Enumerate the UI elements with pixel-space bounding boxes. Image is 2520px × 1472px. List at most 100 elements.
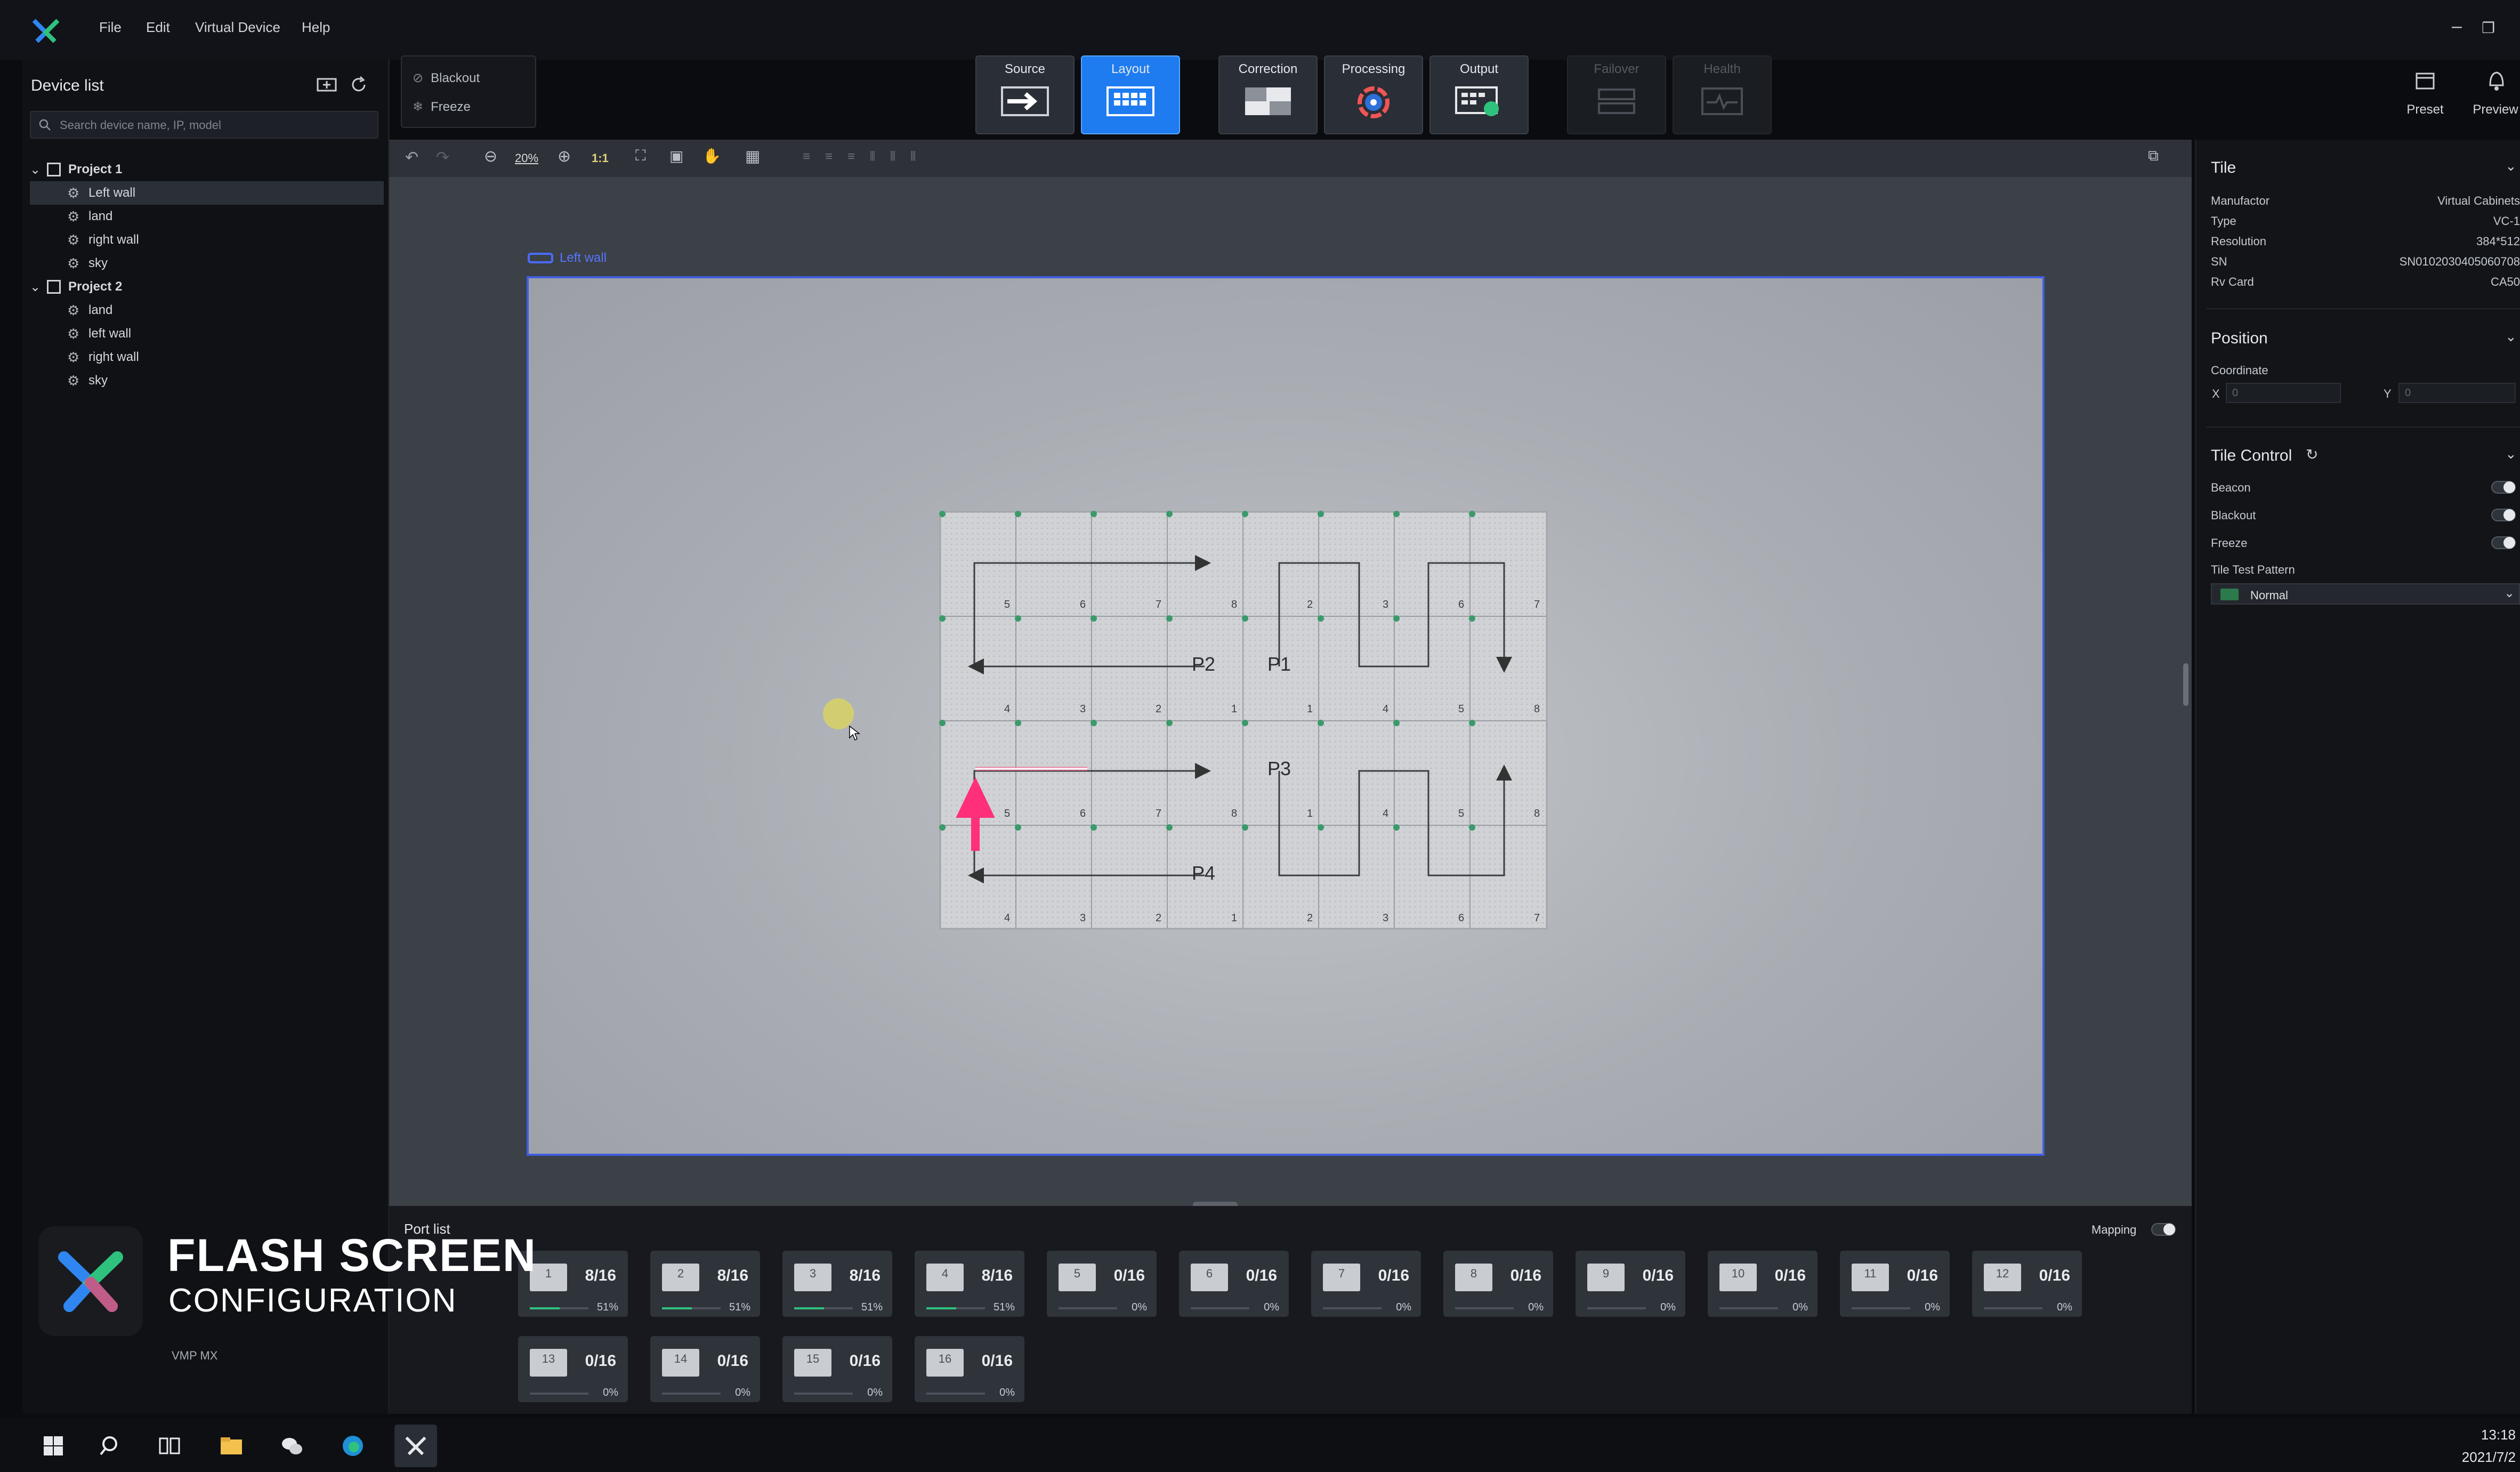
- tab-layout[interactable]: Layout: [1081, 55, 1180, 134]
- port-card[interactable]: 8 0/16 0%: [1443, 1251, 1553, 1317]
- test-pattern-select[interactable]: Normal ⌄: [2211, 583, 2520, 605]
- edge-browser-icon[interactable]: [341, 1434, 365, 1458]
- search-icon[interactable]: [99, 1434, 123, 1458]
- zoom-in-icon[interactable]: ⊕: [558, 147, 571, 166]
- receiver-label-p2: P2: [1192, 653, 1215, 675]
- tree-item-left-wall[interactable]: ⚙ Left wall: [30, 181, 384, 205]
- file-explorer-icon[interactable]: [220, 1434, 243, 1458]
- minimize-icon[interactable]: –: [2452, 16, 2462, 37]
- tree-item-right-wall[interactable]: ⚙ right wall: [30, 228, 384, 252]
- y-coordinate-input[interactable]: 0: [2398, 383, 2516, 403]
- freeze-toggle[interactable]: [2491, 536, 2516, 549]
- tree-item-label: right wall: [88, 350, 139, 364]
- port-percent: 51%: [861, 1301, 883, 1313]
- cell-number: 3: [1080, 912, 1086, 924]
- tree-project-2[interactable]: ⌄ Project 2: [30, 275, 384, 299]
- port-percent: 0%: [1132, 1301, 1147, 1313]
- tree-item-label: sky: [88, 256, 108, 270]
- rvcard-value[interactable]: CA50: [2345, 275, 2520, 289]
- tree-item-land[interactable]: ⚙ land: [30, 205, 384, 228]
- port-card[interactable]: 2 8/16 51%: [650, 1251, 760, 1317]
- zoom-out-icon[interactable]: ⊖: [484, 147, 497, 166]
- vertical-scrollbar[interactable]: [2183, 663, 2188, 706]
- menu-virtual-device[interactable]: Virtual Device: [195, 19, 280, 36]
- wechat-icon[interactable]: [280, 1434, 304, 1458]
- x-coordinate-input[interactable]: 0: [2226, 383, 2341, 403]
- tab-source[interactable]: Source: [975, 55, 1075, 134]
- port-card[interactable]: 12 0/16 0%: [1972, 1251, 2082, 1317]
- x-label: X: [2212, 387, 2220, 400]
- refresh-icon[interactable]: ↻: [2306, 446, 2318, 463]
- preview-button[interactable]: Preview: [2464, 102, 2520, 117]
- port-load-fill: [794, 1307, 825, 1309]
- port-card[interactable]: 9 0/16 0%: [1576, 1251, 1685, 1317]
- hand-pan-icon[interactable]: ✋: [702, 147, 721, 165]
- restore-icon[interactable]: ❐: [2482, 19, 2495, 37]
- windows-start-icon[interactable]: [42, 1434, 65, 1458]
- chevron-down-icon[interactable]: ⌄: [2505, 158, 2517, 174]
- align-tools-icon[interactable]: ≡≡≡⫴⫴⫴: [803, 149, 931, 164]
- grid-icon[interactable]: ▦: [745, 147, 760, 166]
- cabinet-grid[interactable]: P2 P1 P3 P4 5 6 7 8 2 3 6 7 4 3 2 1 1 4 5 8 5 6 7 8 1 4 5 8 4…: [938, 510, 1549, 931]
- port-count: 8/16: [585, 1267, 616, 1284]
- port-card[interactable]: 15 0/16 0%: [782, 1336, 892, 1402]
- cell-number: 5: [1458, 808, 1464, 819]
- menu-help[interactable]: Help: [302, 19, 330, 36]
- fit-selection-icon[interactable]: ▣: [669, 147, 683, 165]
- fit-screen-icon[interactable]: ⛶: [635, 147, 646, 165]
- port-card[interactable]: 4 8/16 51%: [915, 1251, 1024, 1317]
- tree-item-right-wall[interactable]: ⚙ right wall: [30, 345, 384, 369]
- port-card[interactable]: 14 0/16 0%: [650, 1336, 760, 1402]
- tree-item-sky[interactable]: ⚙ sky: [30, 369, 384, 392]
- device-search-input[interactable]: Search device name, IP, model: [30, 111, 378, 139]
- tree-item-sky[interactable]: ⚙ sky: [30, 252, 384, 275]
- ratio-1-1-button[interactable]: 1:1: [592, 151, 609, 165]
- tab-failover: Failover: [1567, 55, 1666, 134]
- port-card[interactable]: 11 0/16 0%: [1840, 1251, 1950, 1317]
- zoom-level[interactable]: 20%: [515, 151, 538, 165]
- cell-number: 5: [1004, 599, 1010, 610]
- undo-icon[interactable]: ↶: [405, 148, 418, 167]
- vmp-taskbar-button[interactable]: [394, 1425, 437, 1467]
- tree-item-land[interactable]: ⚙ land: [30, 299, 384, 322]
- port-number: 15: [806, 1352, 820, 1365]
- task-view-icon[interactable]: [158, 1434, 181, 1458]
- flash-screen-logo: [38, 1226, 143, 1336]
- tab-output[interactable]: Output: [1429, 55, 1529, 134]
- redo-icon[interactable]: ↷: [436, 148, 449, 167]
- menu-edit[interactable]: Edit: [146, 19, 170, 36]
- tree-item-left-wall[interactable]: ⚙ left wall: [30, 322, 384, 345]
- freeze-label: Freeze: [431, 100, 471, 114]
- screen-label[interactable]: Left wall: [528, 251, 607, 266]
- menu-file[interactable]: File: [99, 19, 122, 36]
- port-load-bar: [1323, 1307, 1382, 1309]
- tree-project-1[interactable]: ⌄ Project 1: [30, 158, 384, 181]
- blackout-toggle[interactable]: [2491, 509, 2516, 521]
- preset-icon: [2416, 73, 2435, 90]
- port-card[interactable]: 13 0/16 0%: [518, 1336, 628, 1402]
- port-card[interactable]: 7 0/16 0%: [1311, 1251, 1421, 1317]
- chevron-down-icon[interactable]: ⌄: [2505, 328, 2517, 345]
- screen-settings-icon[interactable]: ⧉: [2148, 147, 2159, 165]
- port-load-bar: [530, 1393, 588, 1395]
- port-card[interactable]: 5 0/16 0%: [1047, 1251, 1157, 1317]
- tab-correction[interactable]: Correction: [1218, 55, 1318, 134]
- port-card[interactable]: 10 0/16 0%: [1708, 1251, 1818, 1317]
- device-list-title: Device list: [31, 77, 104, 94]
- refresh-icon[interactable]: [350, 76, 368, 94]
- tab-processing[interactable]: Processing: [1324, 55, 1423, 134]
- blackout-button[interactable]: ⊘ Blackout: [413, 70, 480, 86]
- cell-number: 3: [1383, 912, 1388, 924]
- add-device-icon[interactable]: [317, 77, 338, 93]
- mapping-toggle[interactable]: [2151, 1223, 2176, 1236]
- freeze-button[interactable]: ❄ Freeze: [413, 99, 471, 115]
- port-card[interactable]: 16 0/16 0%: [915, 1336, 1024, 1402]
- app-logo-icon: [32, 19, 60, 43]
- blackout-label: Blackout: [2211, 509, 2256, 522]
- chevron-down-icon[interactable]: ⌄: [2505, 446, 2517, 462]
- port-card[interactable]: 6 0/16 0%: [1179, 1251, 1289, 1317]
- port-card[interactable]: 3 8/16 51%: [782, 1251, 892, 1317]
- preset-button[interactable]: Preset: [2393, 102, 2457, 117]
- beacon-toggle[interactable]: [2491, 481, 2516, 494]
- port-load-bar: [1984, 1307, 2042, 1309]
